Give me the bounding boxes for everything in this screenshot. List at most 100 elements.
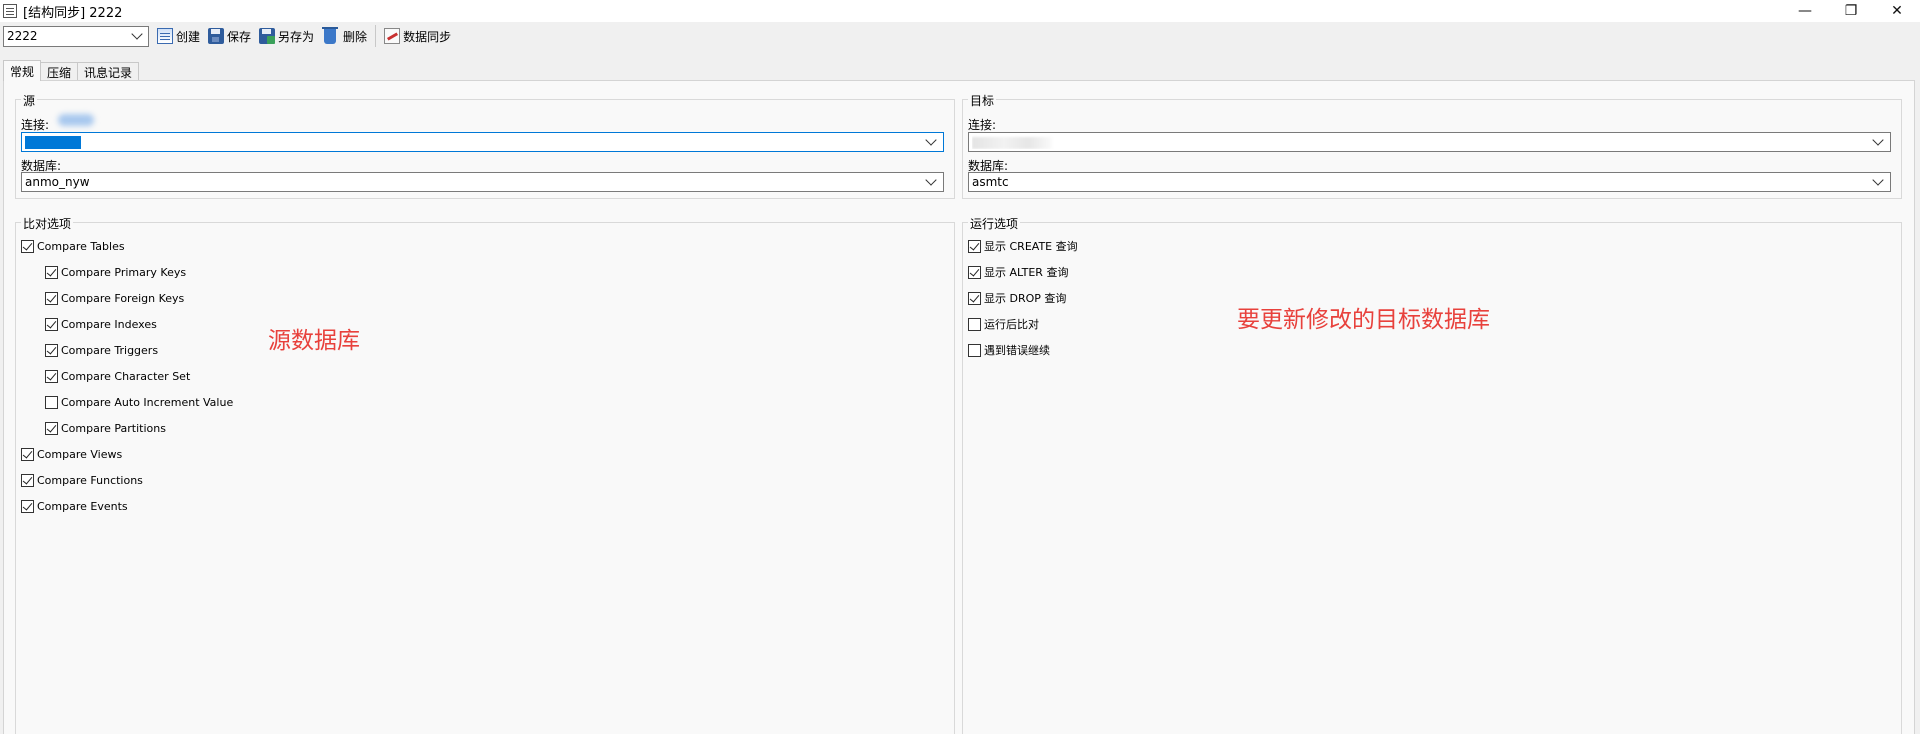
source-group-title: 源: [21, 92, 38, 109]
compare-option[interactable]: Compare Views: [21, 446, 122, 462]
checkbox[interactable]: [968, 291, 981, 305]
create-icon: [157, 28, 173, 44]
minimize-button[interactable]: —: [1782, 0, 1828, 22]
source-connection-select[interactable]: [21, 132, 944, 152]
compare-option[interactable]: Compare Partitions: [45, 420, 166, 436]
data-sync-button[interactable]: 数据同步: [384, 25, 451, 47]
checkbox-label: 运行后比对: [984, 318, 1039, 331]
checkbox[interactable]: [968, 265, 981, 279]
checkbox-label: Compare Primary Keys: [61, 265, 187, 279]
tab-message-log[interactable]: 讯息记录: [77, 62, 140, 81]
close-button[interactable]: ✕: [1874, 0, 1920, 22]
compare-option[interactable]: Compare Auto Increment Value: [45, 394, 233, 410]
checkbox[interactable]: [968, 317, 981, 331]
profile-select-value: 2222: [7, 29, 38, 43]
target-database-value: asmtc: [972, 175, 1009, 189]
target-connection-label: 连接:: [968, 118, 997, 132]
checkbox-label: Compare Auto Increment Value: [61, 395, 234, 409]
target-connection-value: [972, 135, 1868, 149]
source-connection-label: 连接:: [21, 118, 50, 132]
source-database-select[interactable]: anmo_nyw: [21, 172, 944, 192]
compare-options-title: 比对选项: [21, 215, 74, 232]
run-options-group: 运行选项 显示 CREATE 查询 显示 ALTER 查询显示 DROP 查询运行…: [962, 215, 1902, 734]
delete-button[interactable]: 删除: [322, 25, 367, 47]
chevron-down-icon: [1872, 174, 1884, 186]
tab-general[interactable]: 常规: [3, 60, 42, 81]
restore-button[interactable]: ❐: [1828, 0, 1874, 22]
checkbox[interactable]: [45, 395, 58, 409]
checkbox-label: Compare Indexes: [61, 317, 157, 331]
checkbox-label: Compare Events: [37, 499, 128, 513]
run-option[interactable]: 显示 CREATE 查询: [968, 238, 1078, 254]
checkbox[interactable]: [968, 343, 981, 357]
compare-option[interactable]: Compare Events: [21, 498, 128, 514]
toolbar-separator: [375, 25, 377, 47]
checkbox[interactable]: [45, 317, 58, 331]
target-connection-select[interactable]: [968, 132, 1891, 152]
checkbox[interactable]: [45, 421, 58, 435]
save-as-icon: [259, 28, 276, 44]
compare-option[interactable]: Compare Tables: [21, 238, 125, 254]
run-option[interactable]: 显示 DROP 查询: [968, 290, 1066, 306]
run-option[interactable]: 遇到错误继续: [968, 342, 1050, 358]
compare-option[interactable]: Compare Indexes: [45, 316, 157, 332]
chevron-down-icon: [1872, 134, 1884, 146]
save-label: 保存: [227, 29, 252, 44]
save-as-label: 另存为: [278, 29, 315, 44]
checkbox[interactable]: [45, 291, 58, 305]
delete-label: 删除: [343, 29, 368, 44]
tab-page-general: 源 连接: 数据库: anmo_nyw 目标 连接: 数据库: asmtc 比对…: [3, 80, 1915, 734]
compare-option[interactable]: Compare Foreign Keys: [45, 290, 184, 306]
target-group-title: 目标: [968, 92, 997, 109]
checkbox[interactable]: [45, 369, 58, 383]
checkbox[interactable]: [21, 447, 34, 461]
save-button[interactable]: 保存: [208, 25, 251, 47]
checkbox-label: Compare Character Set: [61, 369, 191, 383]
run-options-title: 运行选项: [968, 215, 1021, 232]
chevron-down-icon: [925, 174, 937, 186]
redacted-overlay: [58, 114, 94, 126]
target-database-select[interactable]: asmtc: [968, 172, 1891, 192]
toolbar: 2222 创建 保存 另存为 删除 数据同步: [0, 22, 1920, 50]
checkbox-label: Compare Tables: [37, 239, 125, 253]
checkbox[interactable]: [45, 265, 58, 279]
trash-icon: [322, 27, 339, 44]
compare-option[interactable]: Compare Character Set: [45, 368, 190, 384]
checkbox[interactable]: [968, 239, 981, 253]
save-as-button[interactable]: 另存为: [259, 25, 314, 47]
app-icon: [3, 4, 17, 18]
save-icon: [208, 28, 225, 44]
compare-options-group: 比对选项 Compare Tables Compare Primary Keys C…: [15, 215, 955, 734]
window-title: [结构同步] 2222: [23, 5, 123, 21]
compare-option[interactable]: Compare Functions: [21, 472, 143, 488]
target-annotation: 要更新修改的目标数据库: [1237, 307, 1490, 333]
run-option[interactable]: 显示 ALTER 查询: [968, 264, 1068, 280]
checkbox[interactable]: [45, 343, 58, 357]
source-group: 源 连接: 数据库: anmo_nyw: [15, 92, 955, 199]
compare-option[interactable]: Compare Primary Keys: [45, 264, 186, 280]
checkbox-label: Compare Views: [37, 447, 123, 461]
compare-option[interactable]: Compare Triggers: [45, 342, 158, 358]
checkbox-label: 显示 CREATE 查询: [984, 240, 1078, 253]
checkbox-label: Compare Foreign Keys: [61, 291, 185, 305]
checkbox[interactable]: [21, 473, 34, 487]
data-sync-label: 数据同步: [403, 29, 452, 44]
tab-bar: 常规 压缩 讯息记录: [3, 60, 140, 81]
target-group: 目标 连接: 数据库: asmtc: [962, 92, 1902, 199]
checkbox-label: 显示 ALTER 查询: [984, 266, 1069, 279]
tab-compression[interactable]: 压缩: [40, 62, 79, 81]
checkbox[interactable]: [21, 239, 34, 253]
checkbox-label: Compare Partitions: [61, 421, 166, 435]
window-controls: — ❐ ✕: [1782, 0, 1920, 22]
checkbox[interactable]: [21, 499, 34, 513]
redacted-overlay: [972, 136, 1052, 149]
profile-select[interactable]: 2222: [3, 25, 149, 47]
source-database-value: anmo_nyw: [25, 175, 90, 189]
run-option[interactable]: 运行后比对: [968, 316, 1039, 332]
source-annotation: 源数据库: [268, 328, 360, 354]
chevron-down-icon: [131, 28, 143, 40]
checkbox-label: Compare Triggers: [61, 343, 159, 357]
create-label: 创建: [176, 29, 201, 44]
chevron-down-icon: [925, 134, 937, 146]
create-button[interactable]: 创建: [157, 25, 200, 47]
